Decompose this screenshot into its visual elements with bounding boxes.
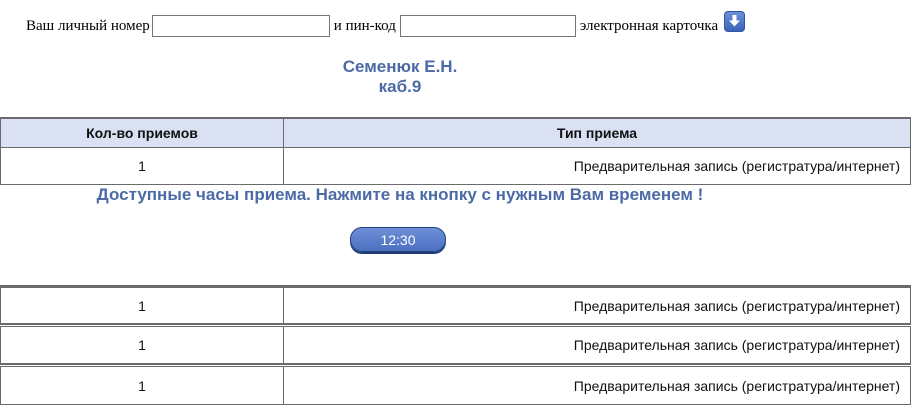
cell-count: 1 — [0, 326, 284, 364]
column-header-type: Тип приема — [283, 117, 911, 148]
personal-number-input[interactable] — [151, 15, 330, 37]
doctor-name: Семенюк Е.Н. — [342, 57, 458, 76]
time-slot-button[interactable]: 12:30 — [350, 227, 446, 252]
table-row: 1 Предварительная запись (регистратура/и… — [0, 366, 911, 405]
appointments-table-rows: 1 Предварительная запись (регистратура/и… — [0, 287, 911, 324]
appointments-table-rows: 1 Предварительная запись (регистратура/и… — [0, 326, 911, 364]
pin-input[interactable] — [399, 15, 576, 37]
table-row: 1 Предварительная запись (регистратура/и… — [0, 326, 911, 364]
appointments-table-header: Кол-во приемов Тип приема 1 Предваритель… — [0, 117, 911, 185]
column-header-count: Кол-во приемов — [0, 117, 284, 148]
divider — [0, 363, 911, 365]
download-arrow-icon — [729, 15, 741, 27]
pin-label: и пин-код — [333, 17, 396, 34]
personal-number-label: Ваш личный номер — [26, 17, 150, 34]
doctor-room: каб.9 — [378, 77, 422, 96]
cell-type: Предварительная запись (регистратура/инт… — [283, 326, 911, 364]
cell-count: 1 — [0, 146, 284, 185]
availability-message: Доступные часы приема. Нажмите на кнопку… — [96, 185, 704, 204]
cell-type: Предварительная запись (регистратура/инт… — [283, 146, 911, 185]
card-download-button[interactable] — [724, 10, 746, 32]
table-row: 1 Предварительная запись (регистратура/и… — [0, 287, 911, 324]
cell-count: 1 — [0, 287, 284, 324]
table-row: 1 Предварительная запись (регистратура/и… — [0, 146, 911, 185]
card-label: электронная карточка — [579, 17, 719, 34]
divider — [0, 323, 911, 325]
cell-type: Предварительная запись (регистратура/инт… — [283, 287, 911, 324]
appointments-table-rows: 1 Предварительная запись (регистратура/и… — [0, 366, 911, 405]
cell-type: Предварительная запись (регистратура/инт… — [283, 366, 911, 405]
login-row: Ваш личный номер и пин-код электронная к… — [26, 10, 746, 38]
doctor-header: Семенюк Е.Н. каб.9 — [0, 57, 800, 97]
page: Ваш личный номер и пин-код электронная к… — [0, 0, 911, 407]
cell-count: 1 — [0, 366, 284, 405]
